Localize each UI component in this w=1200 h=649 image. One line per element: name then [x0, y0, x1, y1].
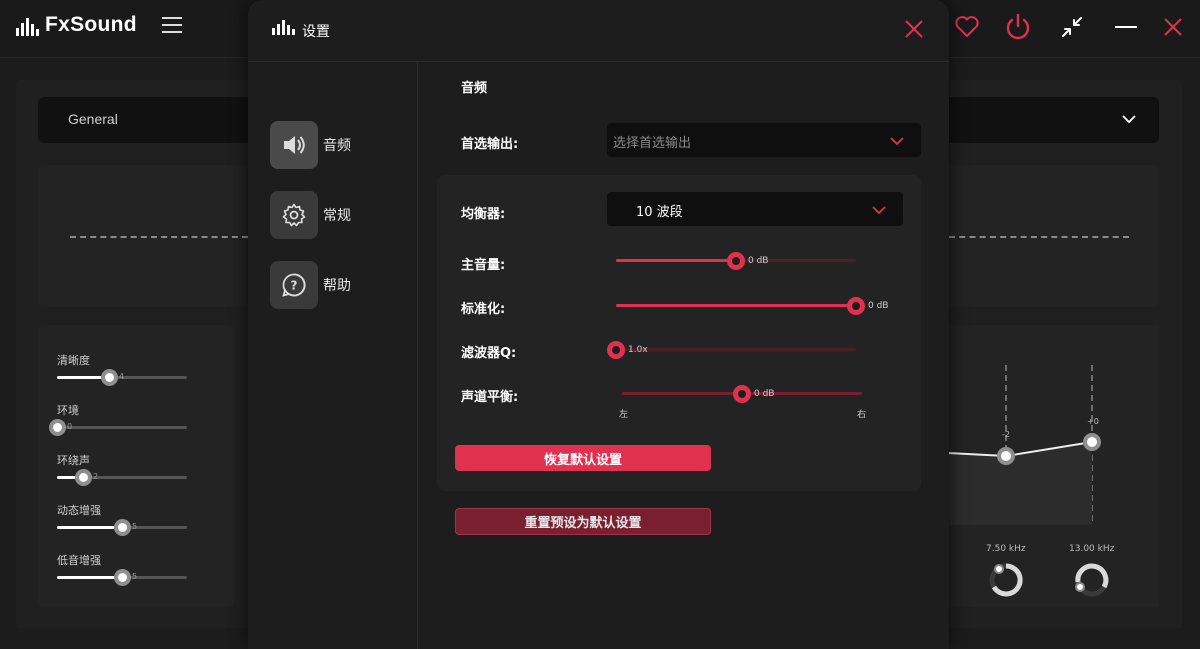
- dialog-header: 设置: [248, 0, 949, 62]
- normalization-label: 标准化:: [461, 302, 506, 317]
- eq-band-gain: +0: [1087, 417, 1099, 426]
- sidebar-item-general[interactable]: 常规: [270, 191, 410, 239]
- minimize-view-icon[interactable]: [1057, 12, 1087, 42]
- slider-knob[interactable]: [75, 469, 92, 486]
- balance-left-label: 左: [619, 410, 629, 420]
- visualizer-baseline: [70, 236, 248, 238]
- dialog-close-icon[interactable]: [901, 16, 927, 42]
- slider-knob[interactable]: [114, 569, 131, 586]
- settings-dialog: 设置 音频 常规 ? 帮助 音频 首选输出: 选择首选输出 均衡器: 10 波段…: [248, 0, 949, 649]
- window-close-icon[interactable]: [1158, 12, 1188, 42]
- normalization-slider[interactable]: 0 dB: [616, 296, 888, 316]
- chevron-down-icon: [889, 133, 905, 152]
- effect-track: [57, 426, 187, 429]
- settings-bars-icon: [272, 20, 295, 35]
- effect-label: 低音增强: [57, 554, 101, 567]
- balance-right-label: 右: [857, 410, 867, 420]
- effect-label: 环境: [57, 404, 79, 417]
- normalization-value: 0 dB: [868, 301, 889, 311]
- filter-q-label: 滤波器Q:: [461, 346, 517, 361]
- eq-band-knob[interactable]: [997, 447, 1015, 465]
- reset-presets-button[interactable]: 重置预设为默认设置: [455, 508, 711, 535]
- master-volume-slider[interactable]: 0 dB: [616, 251, 856, 271]
- window-minimize-icon[interactable]: [1111, 12, 1141, 42]
- filter-q-slider[interactable]: 1.0x: [607, 340, 856, 360]
- slider-knob[interactable]: [49, 419, 66, 436]
- effect-value: 2: [93, 472, 99, 481]
- gear-icon: [270, 191, 318, 239]
- effect-value: 4: [119, 372, 125, 381]
- sidebar-item-help[interactable]: ? 帮助: [270, 261, 410, 309]
- slider-knob[interactable]: [607, 341, 625, 359]
- effect-value: 5: [132, 572, 138, 581]
- effect-value: 5: [132, 522, 138, 531]
- slider-knob[interactable]: [847, 297, 865, 315]
- preset-label: General: [68, 111, 118, 127]
- effect-fill: [57, 576, 122, 579]
- master-volume-label: 主音量:: [461, 258, 506, 273]
- fxsound-logo: FxSound: [16, 14, 137, 36]
- slider-knob[interactable]: [727, 252, 745, 270]
- eq-graph: [948, 365, 1093, 525]
- settings-sidebar: 音频 常规 ? 帮助: [248, 62, 418, 649]
- balance-label: 声道平衡:: [461, 390, 519, 405]
- eq-freq-knob[interactable]: [986, 560, 1026, 600]
- master-volume-value: 0 dB: [748, 256, 769, 266]
- slider-knob[interactable]: [114, 519, 131, 536]
- restore-defaults-button[interactable]: 恢复默认设置: [455, 445, 711, 471]
- output-select[interactable]: 选择首选输出: [607, 123, 921, 157]
- app-name: FxSound: [45, 13, 137, 36]
- sidebar-item-label: 帮助: [323, 278, 351, 294]
- effect-label: 清晰度: [57, 354, 90, 367]
- eq-band-knob[interactable]: [1083, 433, 1101, 451]
- balance-slider[interactable]: 0 dB: [622, 384, 862, 404]
- svg-text:?: ?: [291, 279, 298, 293]
- equalizer-label: 均衡器:: [461, 207, 506, 222]
- equalizer-select[interactable]: 10 波段: [607, 192, 903, 226]
- sidebar-item-label: 常规: [323, 208, 351, 224]
- equalizer-value: 10 波段: [636, 205, 683, 220]
- settings-content: 音频 首选输出: 选择首选输出 均衡器: 10 波段 主音量: 0 dB 标准化…: [419, 62, 949, 649]
- dialog-title: 设置: [302, 24, 330, 40]
- balance-value: 0 dB: [754, 389, 775, 399]
- eq-band-freq: 7.50 kHz: [986, 544, 1026, 554]
- effect-fill: [57, 526, 122, 529]
- sidebar-item-label: 音频: [323, 138, 351, 154]
- effect-label: 环绕声: [57, 454, 90, 467]
- audio-options-card: 均衡器: 10 波段 主音量: 0 dB 标准化: 0 dB 滤波器Q: 1.0…: [437, 175, 921, 491]
- eq-freq-knob[interactable]: [1072, 560, 1112, 600]
- logo-bars-icon: [16, 18, 39, 36]
- filter-q-value: 1.0x: [628, 345, 648, 355]
- slider-knob[interactable]: [733, 385, 751, 403]
- output-placeholder: 选择首选输出: [613, 136, 692, 151]
- help-icon: ?: [270, 261, 318, 309]
- chevron-down-icon: [1121, 111, 1137, 131]
- menu-icon[interactable]: [162, 17, 182, 33]
- speaker-icon: [270, 121, 318, 169]
- eq-band-freq: 13.00 kHz: [1069, 544, 1115, 554]
- effect-label: 动态增强: [57, 504, 101, 517]
- output-label: 首选输出:: [461, 137, 519, 152]
- power-icon[interactable]: [1003, 12, 1033, 42]
- heart-icon[interactable]: [952, 12, 982, 42]
- slider-knob[interactable]: [101, 369, 118, 386]
- effect-value: 0: [67, 422, 73, 431]
- section-title: 音频: [461, 81, 488, 96]
- visualizer-baseline-right: [949, 236, 1129, 238]
- sidebar-item-audio[interactable]: 音频: [270, 121, 410, 169]
- eq-panel: -2 +0 7.50 kHz 13.00 kHz: [948, 325, 1159, 607]
- eq-band-gain: -2: [1002, 430, 1010, 439]
- chevron-down-icon: [871, 202, 887, 221]
